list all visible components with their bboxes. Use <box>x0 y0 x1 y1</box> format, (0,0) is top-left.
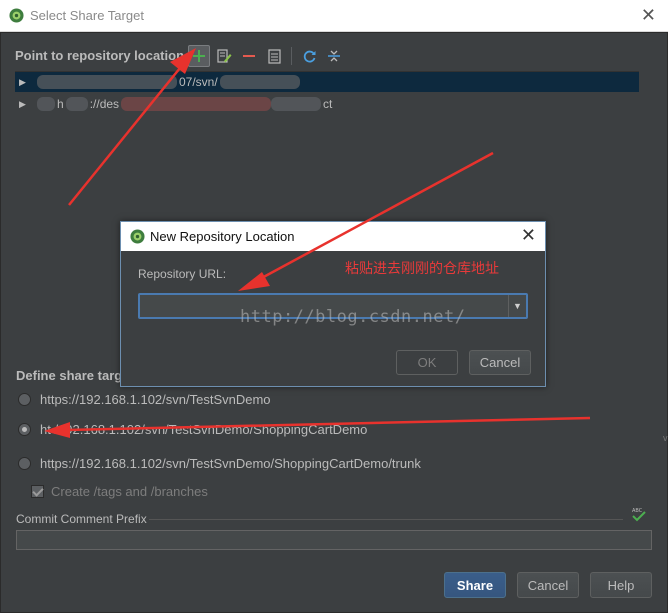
share-button[interactable]: Share <box>444 572 506 598</box>
android-studio-icon <box>130 229 145 244</box>
chevron-down-icon[interactable]: ▼ <box>508 295 526 317</box>
tree-row[interactable]: ▶ h ://des ct <box>15 94 639 114</box>
svg-text:ABC: ABC <box>632 508 643 514</box>
watermark-text: http://blog.csdn.net/ <box>240 307 466 327</box>
redacted-text <box>37 75 177 89</box>
target-option-1[interactable]: https://192.168.1.102/svn/TestSvnDemo <box>18 390 271 408</box>
expand-arrow-icon[interactable]: ▶ <box>19 99 29 110</box>
scroll-indicator: v <box>663 433 668 443</box>
edit-location-button[interactable] <box>213 45 235 67</box>
target-label: ht /192.168.1.102/svn/TestSvnDemo/Shoppi… <box>40 421 368 437</box>
create-tags-label: Create /tags and /branches <box>51 483 208 499</box>
redacted-text <box>65 97 88 111</box>
dialog-cancel-button[interactable]: Cancel <box>469 350 531 375</box>
redacted-text <box>121 97 272 111</box>
toolbar-separator <box>291 47 292 65</box>
redacted-text <box>271 97 322 111</box>
target-label: https://192.168.1.102/svn/TestSvnDemo/Sh… <box>40 455 421 471</box>
edit-icon <box>216 48 231 63</box>
commit-prefix-label: Commit Comment Prefix <box>16 512 147 526</box>
create-tags-checkbox[interactable] <box>31 484 44 498</box>
android-studio-icon <box>9 8 24 23</box>
plus-icon <box>193 50 205 62</box>
radio-button[interactable] <box>18 422 31 436</box>
minus-icon <box>243 55 255 57</box>
tree-row-label-a: h <box>57 97 64 111</box>
tree-row[interactable]: ▶ 07/svn/ <box>15 72 639 92</box>
refresh-icon <box>303 50 315 62</box>
help-button[interactable]: Help <box>590 572 652 598</box>
radio-button[interactable] <box>18 392 31 406</box>
window-titlebar: Select Share Target ✕ <box>0 0 668 32</box>
dialog-title: New Repository Location <box>150 229 295 244</box>
tree-row-label-b: ://des <box>89 97 120 111</box>
target-label: https://192.168.1.102/svn/TestSvnDemo <box>40 391 271 407</box>
expand-arrow-icon[interactable]: ▶ <box>19 77 29 88</box>
define-section-header: Define share targ <box>16 368 123 383</box>
repo-toolbar <box>188 45 348 67</box>
tree-row-label-c: ct <box>323 97 333 111</box>
commit-prefix-input[interactable] <box>16 530 652 550</box>
radio-button[interactable] <box>18 456 31 470</box>
close-icon[interactable]: ✕ <box>641 5 656 25</box>
spellcheck-icon[interactable]: ABC <box>630 505 648 523</box>
separator-line <box>149 519 623 520</box>
annotation-text: 粘贴进去刚刚的仓库地址 <box>345 261 499 277</box>
window-title: Select Share Target <box>30 8 144 23</box>
tree-row-label: 07/svn/ <box>179 75 218 89</box>
dialog-titlebar: New Repository Location ✕ <box>121 222 545 251</box>
new-repository-dialog: New Repository Location ✕ Repository URL… <box>120 221 546 387</box>
cancel-button[interactable]: Cancel <box>517 572 579 598</box>
collapse-all-button[interactable] <box>323 45 345 67</box>
info-button[interactable] <box>263 45 285 67</box>
target-option-2[interactable]: ht /192.168.1.102/svn/TestSvnDemo/Shoppi… <box>18 420 367 438</box>
ok-button[interactable]: OK <box>396 350 458 375</box>
document-icon <box>267 48 281 64</box>
collapse-icon <box>328 50 340 62</box>
target-option-3[interactable]: https://192.168.1.102/svn/TestSvnDemo/Sh… <box>18 454 421 472</box>
redacted-text <box>219 75 300 89</box>
redacted-text <box>37 97 55 111</box>
create-tags-option[interactable]: Create /tags and /branches <box>31 482 208 500</box>
refresh-button[interactable] <box>298 45 320 67</box>
close-icon[interactable]: ✕ <box>521 225 536 245</box>
add-location-button[interactable] <box>188 45 210 67</box>
repository-url-label: Repository URL: <box>138 267 227 281</box>
remove-location-button[interactable] <box>238 45 260 67</box>
repo-section-header: Point to repository location <box>15 48 185 63</box>
